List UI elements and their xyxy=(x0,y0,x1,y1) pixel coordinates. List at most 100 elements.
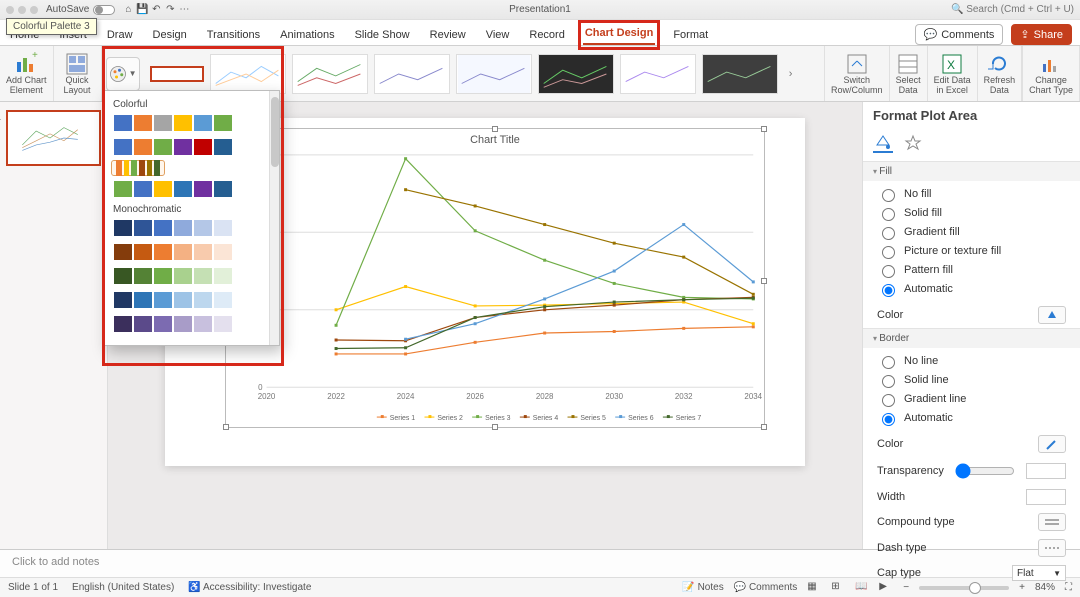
radio-input[interactable] xyxy=(882,284,895,297)
window-controls[interactable] xyxy=(6,6,38,14)
border-option[interactable]: Gradient line xyxy=(877,391,1066,407)
chart-selection-frame[interactable]: Chart Title01000200030002020202220242026… xyxy=(225,128,765,428)
radio-input[interactable] xyxy=(882,265,895,278)
palette-row[interactable] xyxy=(111,136,263,158)
fill-option[interactable]: Gradient fill xyxy=(877,224,1066,240)
border-option[interactable]: Automatic xyxy=(877,410,1066,426)
more-icon[interactable]: ⋯ xyxy=(177,3,191,17)
tab-format[interactable]: Format xyxy=(671,25,710,45)
fill-option[interactable]: Pattern fill xyxy=(877,262,1066,278)
resize-handle[interactable] xyxy=(492,126,498,132)
cap-type-select[interactable]: Flat▼ xyxy=(1012,565,1066,581)
border-option[interactable]: Solid line xyxy=(877,372,1066,388)
chart-style-option[interactable] xyxy=(456,54,532,94)
notes-toggle[interactable]: 📝 Notes xyxy=(682,582,723,593)
fill-section-header[interactable]: Fill xyxy=(863,162,1080,181)
palette-row[interactable] xyxy=(111,313,263,335)
radio-input[interactable] xyxy=(882,413,895,426)
resize-handle[interactable] xyxy=(761,126,767,132)
zoom-slider[interactable] xyxy=(919,586,1009,590)
change-colors-button[interactable]: ▼ xyxy=(106,57,140,91)
border-option[interactable]: No line xyxy=(877,353,1066,369)
chart-style-option[interactable] xyxy=(150,66,204,82)
fill-option[interactable]: Solid fill xyxy=(877,205,1066,221)
palette-row[interactable] xyxy=(111,265,263,287)
home-icon[interactable]: ⌂ xyxy=(121,3,135,17)
chart-style-option[interactable] xyxy=(702,54,778,94)
scrollbar[interactable] xyxy=(269,91,279,345)
fill-option[interactable]: Picture or texture fill xyxy=(877,243,1066,259)
slide-thumbnail[interactable]: 1 xyxy=(6,110,101,166)
undo-icon[interactable]: ↶ xyxy=(149,3,163,17)
resize-handle[interactable] xyxy=(761,424,767,430)
radio-input[interactable] xyxy=(882,227,895,240)
palette-row[interactable] xyxy=(111,217,263,239)
transparency-slider[interactable] xyxy=(955,463,1015,479)
tab-record[interactable]: Record xyxy=(527,25,566,45)
chart-style-option[interactable] xyxy=(374,54,450,94)
radio-input[interactable] xyxy=(882,356,895,369)
compound-type-select[interactable] xyxy=(1038,513,1066,531)
color-swatch xyxy=(214,115,232,131)
chart-style-option[interactable] xyxy=(210,54,286,94)
dash-type-select[interactable] xyxy=(1038,539,1066,557)
chart-plot[interactable]: Chart Title01000200030002020202220242026… xyxy=(226,129,764,427)
color-palette-dropdown[interactable]: Colorful Monochromatic xyxy=(104,90,280,346)
edit-excel-button[interactable]: XEdit Data in Excel xyxy=(928,46,978,101)
palette-row[interactable] xyxy=(111,289,263,311)
refresh-data-button[interactable]: Refresh Data xyxy=(978,46,1023,101)
tab-animations[interactable]: Animations xyxy=(278,25,336,45)
tab-draw[interactable]: Draw xyxy=(105,25,135,45)
tab-chart-design[interactable]: Chart Design xyxy=(583,23,655,45)
tab-view[interactable]: View xyxy=(484,25,512,45)
chart-style-option[interactable] xyxy=(620,54,696,94)
fill-option[interactable]: No fill xyxy=(877,186,1066,202)
redo-icon[interactable]: ↷ xyxy=(163,3,177,17)
effects-tab-icon[interactable] xyxy=(903,133,923,153)
autosave-toggle[interactable]: AutoSave xyxy=(46,4,115,15)
resize-handle[interactable] xyxy=(492,424,498,430)
share-button[interactable]: ⇪ Share xyxy=(1011,24,1072,45)
select-data-button[interactable]: Select Data xyxy=(890,46,928,101)
quick-layout-button[interactable]: Quick Layout xyxy=(54,46,102,101)
sorter-view-icon[interactable]: ⊞ xyxy=(831,581,845,595)
radio-input[interactable] xyxy=(882,375,895,388)
comments-toggle[interactable]: 💬 Comments xyxy=(734,582,798,593)
fill-option[interactable]: Automatic xyxy=(877,281,1066,297)
toggle-switch-icon[interactable] xyxy=(93,5,115,15)
radio-input[interactable] xyxy=(882,208,895,221)
fill-line-tab-icon[interactable] xyxy=(873,133,893,153)
chart-style-option[interactable] xyxy=(538,54,614,94)
switch-row-column-button[interactable]: Switch Row/Column xyxy=(825,46,890,101)
palette-row[interactable] xyxy=(111,112,263,134)
tab-slide-show[interactable]: Slide Show xyxy=(353,25,412,45)
palette-row[interactable] xyxy=(111,160,165,176)
tab-design[interactable]: Design xyxy=(151,25,189,45)
normal-view-icon[interactable]: ▦ xyxy=(807,581,821,595)
border-color-well[interactable] xyxy=(1038,435,1066,453)
chart-style-option[interactable] xyxy=(292,54,368,94)
radio-input[interactable] xyxy=(882,246,895,259)
switch-rc-icon xyxy=(845,52,869,76)
comments-button[interactable]: 💬 Comments xyxy=(915,24,1004,45)
gallery-next-button[interactable]: › xyxy=(784,68,798,80)
fill-color-well[interactable] xyxy=(1038,306,1066,324)
tab-transitions[interactable]: Transitions xyxy=(205,25,262,45)
palette-row[interactable] xyxy=(111,241,263,263)
language-status[interactable]: English (United States) xyxy=(72,582,174,593)
resize-handle[interactable] xyxy=(761,278,767,284)
accessibility-status[interactable]: ♿ Accessibility: Investigate xyxy=(188,582,311,593)
radio-input[interactable] xyxy=(882,394,895,407)
transparency-spinner[interactable] xyxy=(1026,463,1066,479)
palette-row[interactable] xyxy=(111,178,263,200)
border-section-header[interactable]: Border xyxy=(863,329,1080,348)
resize-handle[interactable] xyxy=(223,424,229,430)
tab-review[interactable]: Review xyxy=(428,25,468,45)
color-swatch xyxy=(134,220,152,236)
save-icon[interactable]: 💾 xyxy=(135,3,149,17)
search-field[interactable]: 🔍 Search (Cmd + Ctrl + U) xyxy=(951,4,1074,15)
add-chart-element-button[interactable]: + Add Chart Element xyxy=(0,46,54,101)
radio-input[interactable] xyxy=(882,189,895,202)
change-chart-type-button[interactable]: Change Chart Type xyxy=(1022,46,1080,101)
width-spinner[interactable] xyxy=(1026,489,1066,505)
